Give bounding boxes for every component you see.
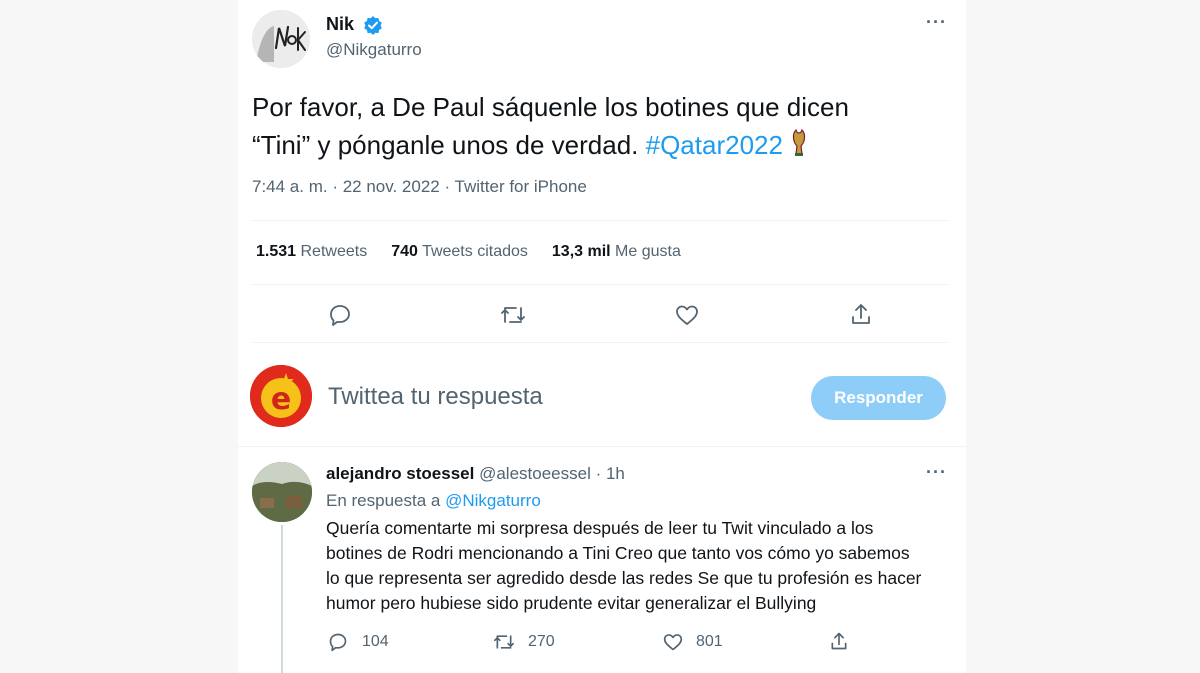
quotes-count: 740 xyxy=(391,243,418,260)
reply-count: 104 xyxy=(362,633,389,650)
reply-author-handle[interactable]: @alestoeessel xyxy=(479,464,591,483)
share-icon[interactable] xyxy=(849,302,873,326)
replying-to: En respuesta a @Nikgaturro xyxy=(326,491,541,511)
heart-icon[interactable] xyxy=(675,303,699,327)
reply-text-line: humor pero hubiese sido prudente evitar … xyxy=(326,593,817,613)
divider xyxy=(238,446,966,447)
mention-link[interactable]: @Nikgaturro xyxy=(445,491,541,510)
reply-text: Quería comentarte mi sorpresa después de… xyxy=(326,516,946,616)
hashtag-link[interactable]: #Qatar2022 xyxy=(646,130,783,160)
reply-icon[interactable] xyxy=(328,303,352,327)
tweet-stats: 1.531 Retweets 740 Tweets citados 13,3 m… xyxy=(256,243,681,261)
retweets-label: Retweets xyxy=(300,243,368,260)
retweets-stat[interactable]: 1.531 Retweets xyxy=(256,243,367,261)
thread-line xyxy=(281,525,283,673)
likes-count: 13,3 mil xyxy=(551,243,611,260)
reply-retweet-icon[interactable] xyxy=(493,632,515,657)
author-avatar[interactable] xyxy=(252,10,310,68)
divider xyxy=(252,220,948,221)
current-user-avatar[interactable]: e xyxy=(250,365,312,427)
likes-label: Me gusta xyxy=(615,243,681,260)
reply-input[interactable]: Twittea tu respuesta xyxy=(328,383,543,411)
replying-prefix: En respuesta a xyxy=(326,491,441,510)
likes-stat[interactable]: 13,3 mil Me gusta xyxy=(552,243,681,261)
tweet-text-line: Por favor, a De Paul sáquenle los botine… xyxy=(252,92,849,122)
more-options-icon[interactable]: ··· xyxy=(926,12,947,33)
retweet-icon[interactable] xyxy=(500,303,525,327)
like-count: 801 xyxy=(696,633,723,650)
reply-heart-icon[interactable] xyxy=(663,632,683,657)
divider xyxy=(252,342,948,343)
reply-text-line: lo que representa ser agredido desde las… xyxy=(326,568,922,588)
retweets-count: 1.531 xyxy=(256,243,297,260)
reply-time[interactable]: · 1h xyxy=(596,464,625,483)
reply-reply-icon[interactable] xyxy=(328,632,348,657)
author-handle[interactable]: @Nikgaturro xyxy=(326,40,422,60)
verified-badge-icon xyxy=(363,15,383,35)
tweet-text: Por favor, a De Paul sáquenle los botine… xyxy=(252,88,942,164)
tweet-timestamp[interactable]: 7:44 a. m. · 22 nov. 2022 · Twitter for … xyxy=(252,177,587,197)
quotes-stat[interactable]: 740 Tweets citados xyxy=(391,243,528,261)
reply-header: alejandro stoessel @alestoeessel · 1h xyxy=(326,464,625,484)
reply-share-icon[interactable] xyxy=(829,631,849,656)
author-name[interactable]: Nik xyxy=(326,14,354,35)
reply-author-name[interactable]: alejandro stoessel xyxy=(326,464,474,483)
trophy-icon xyxy=(790,128,808,160)
reply-author-avatar[interactable] xyxy=(252,462,312,522)
reply-more-options-icon[interactable]: ··· xyxy=(926,462,947,483)
retweet-count: 270 xyxy=(528,633,555,650)
quotes-label: Tweets citados xyxy=(422,243,528,260)
reply-submit-button[interactable]: Responder xyxy=(811,376,946,420)
tweet-text-segment: “Tini” y pónganle unos de verdad. xyxy=(252,130,639,160)
reply-text-line: Quería comentarte mi sorpresa después de… xyxy=(326,518,874,538)
tweet-text-line: “Tini” y pónganle unos de verdad. #Qatar… xyxy=(252,126,942,164)
svg-text:e: e xyxy=(271,382,291,417)
reply-text-line: botines de Rodri mencionando a Tini Creo… xyxy=(326,543,910,563)
divider xyxy=(252,284,948,285)
